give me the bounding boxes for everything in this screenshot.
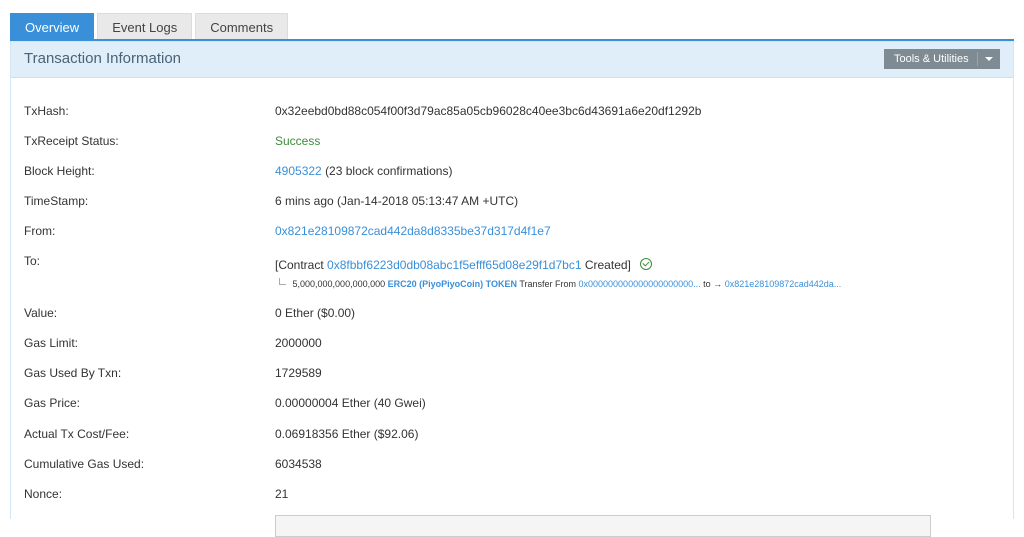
gas-price-value: 0.00000004 Ether (40 Gwei) <box>275 396 426 410</box>
tx-fee-value: 0.06918356 Ether ($92.06) <box>275 427 419 441</box>
chevron-down-icon <box>985 57 993 61</box>
transfer-from-address[interactable]: 0x000000000000000000000... <box>579 279 701 289</box>
transfer-to-text: to → <box>703 279 723 289</box>
from-address-link[interactable]: 0x821e28109872cad442da8d8335be37d317d4f1… <box>275 224 551 238</box>
transaction-panel: Transaction Information Tools & Utilitie… <box>10 41 1014 537</box>
nonce-value: 21 <box>275 487 289 501</box>
tx-fee-label: Actual Tx Cost/Fee: <box>24 427 130 441</box>
value-value: 0 Ether ($0.00) <box>275 306 356 320</box>
timestamp-label: TimeStamp: <box>24 194 89 208</box>
to-label: To: <box>24 254 41 268</box>
cumulative-gas-label: Cumulative Gas Used: <box>24 457 145 471</box>
gas-price-label: Gas Price: <box>24 396 81 410</box>
tab-event-logs[interactable]: Event Logs <box>97 13 193 40</box>
block-confirmations: (23 block confirmations) <box>325 164 453 178</box>
to-suffix: Created] <box>584 258 631 272</box>
tree-branch-icon <box>279 278 286 285</box>
gas-used-label: Gas Used By Txn: <box>24 366 122 380</box>
to-prefix: [Contract <box>275 258 324 272</box>
txhash-label: TxHash: <box>24 104 69 118</box>
panel-title: Transaction Information <box>24 50 182 67</box>
token-link[interactable]: ERC20 (PiyoPiyoCoin) TOKEN <box>388 279 517 289</box>
input-data-box[interactable] <box>275 515 931 537</box>
block-height-label: Block Height: <box>24 164 95 178</box>
status-label: TxReceipt Status: <box>24 134 119 148</box>
token-amount: 5,000,000,000,000,000 <box>292 279 386 289</box>
tab-comments[interactable]: Comments <box>195 13 289 40</box>
cumulative-gas-value: 6034538 <box>275 457 322 471</box>
panel-header: Transaction Information Tools & Utilitie… <box>11 42 1013 78</box>
timestamp-value: 6 mins ago (Jan-14-2018 05:13:47 AM +UTC… <box>275 194 519 208</box>
gas-used-value: 1729589 <box>275 366 322 380</box>
transfer-to-address[interactable]: 0x821e28109872cad442da... <box>725 279 842 289</box>
to-value: [Contract 0x8fbbf6223d0db08abc1f5efff65d… <box>275 257 653 272</box>
check-circle-icon <box>640 258 653 270</box>
block-height-value: 4905322 (23 block confirmations) <box>275 164 452 178</box>
gas-limit-label: Gas Limit: <box>24 336 79 350</box>
from-value: 0x821e28109872cad442da8d8335be37d317d4f1… <box>275 224 551 238</box>
contract-address-link[interactable]: 0x8fbbf6223d0db08abc1f5efff65d08e29f1d7b… <box>327 258 581 272</box>
tools-separator <box>977 52 978 66</box>
block-height-link[interactable]: 4905322 <box>275 164 322 178</box>
value-label: Value: <box>24 306 58 320</box>
tools-utilities-button[interactable]: Tools & Utilities <box>884 49 1000 69</box>
token-transfer-row: 5,000,000,000,000,000 ERC20 (PiyoPiyoCoi… <box>279 278 842 289</box>
gas-limit-value: 2000000 <box>275 336 322 350</box>
txhash-value: 0x32eebd0bd88c054f00f3d79ac85a05cb96028c… <box>275 104 702 118</box>
nonce-label: Nonce: <box>24 487 63 501</box>
status-value: Success <box>275 134 321 148</box>
tab-bar: Overview Event Logs Comments <box>10 13 291 40</box>
tools-utilities-label: Tools & Utilities <box>894 53 969 65</box>
tab-overview[interactable]: Overview <box>10 13 95 40</box>
from-label: From: <box>24 224 56 238</box>
transfer-from-text: Transfer From <box>519 279 576 289</box>
